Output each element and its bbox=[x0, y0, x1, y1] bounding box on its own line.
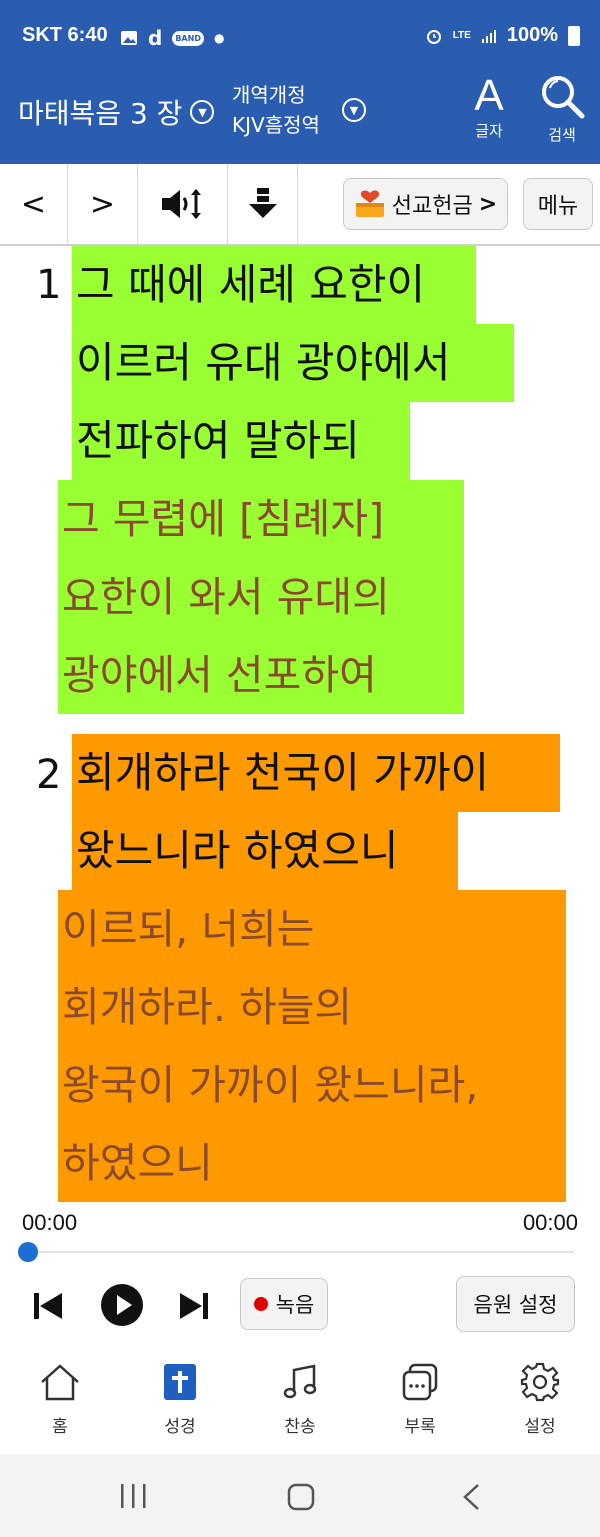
record-dot-icon bbox=[253, 1297, 268, 1311]
nav-home[interactable]: 홈 bbox=[10, 1362, 110, 1437]
download-button[interactable] bbox=[228, 164, 298, 244]
download-icon bbox=[248, 188, 277, 218]
time-total: 00:00 bbox=[522, 1210, 578, 1235]
nav-bible[interactable]: 성경 bbox=[130, 1362, 230, 1437]
verse-korean-line: 왔느니라 하였으니 bbox=[72, 812, 458, 890]
verse-korean-line: 전파하여 말하되 bbox=[72, 402, 410, 480]
menu-button[interactable]: 메뉴 bbox=[523, 178, 593, 230]
battery-icon bbox=[568, 25, 580, 46]
chevron-down-icon[interactable]: ▼ bbox=[342, 98, 366, 122]
nav-label: 성경 bbox=[164, 1417, 196, 1437]
version-selector[interactable]: 개역개정 KJV흠정역 bbox=[232, 80, 320, 140]
chevron-down-icon: ▼ bbox=[190, 100, 215, 124]
alarm-icon bbox=[426, 29, 441, 44]
status-notification-icons: d BAND ● bbox=[120, 26, 224, 50]
verse-number: 2 bbox=[36, 752, 62, 798]
toolbar: < > 선교헌금 > 메뉴 bbox=[0, 164, 600, 246]
mission-offering-button[interactable]: 선교헌금 > bbox=[343, 178, 508, 230]
status-right-icons: LTE 100% bbox=[425, 24, 580, 47]
nav-settings[interactable]: 설정 bbox=[490, 1362, 590, 1437]
verse-number: 1 bbox=[36, 262, 62, 308]
record-button[interactable]: 녹음 bbox=[240, 1278, 328, 1330]
verse-kjv-line: 광야에서 선포하여 bbox=[58, 636, 464, 714]
verse-kjv-line: 왕국이 가까이 왔느니라, bbox=[58, 1046, 566, 1124]
speaker-scroll-icon bbox=[161, 189, 201, 219]
play-icon bbox=[101, 1284, 143, 1326]
system-navigation-bar bbox=[0, 1454, 600, 1537]
search-label: 검색 bbox=[548, 126, 576, 144]
bottom-navigation: 홈 성경 찬송 부록 설정 bbox=[0, 1350, 600, 1454]
book-chapter-selector[interactable]: 마태복음 3 장 ▼ bbox=[18, 92, 215, 132]
verse-kjv-line: 이르되, 너희는 bbox=[58, 890, 566, 968]
audio-progress-track[interactable] bbox=[28, 1251, 574, 1253]
mission-label: 선교헌금 bbox=[391, 194, 473, 219]
audio-progress-knob[interactable] bbox=[18, 1242, 38, 1262]
search-icon bbox=[542, 76, 585, 119]
app-header: SKT 6:40 d BAND ● LTE 100% 마태복음 3 장 ▼ 개역… bbox=[0, 0, 600, 164]
gallery-icon bbox=[121, 31, 137, 45]
lte-label: LTE bbox=[452, 30, 471, 41]
nav-label: 설정 bbox=[524, 1417, 556, 1437]
record-label: 녹음 bbox=[275, 1293, 315, 1317]
home-system-icon[interactable] bbox=[286, 1482, 316, 1512]
nav-hymn[interactable]: 찬송 bbox=[250, 1362, 350, 1437]
battery-percent: 100% bbox=[506, 24, 558, 46]
verse-korean-line: 그 때에 세례 요한이 bbox=[72, 246, 476, 324]
nav-label: 찬송 bbox=[284, 1417, 316, 1437]
book-chapter-label: 마태복음 3 장 bbox=[18, 97, 183, 130]
signal-icon bbox=[481, 29, 496, 43]
nav-label: 홈 bbox=[52, 1417, 68, 1437]
verse-korean-line: 이르러 유대 광야에서 bbox=[72, 324, 514, 402]
time-current: 00:00 bbox=[22, 1210, 78, 1235]
gift-heart-icon bbox=[355, 190, 384, 217]
skip-next-icon bbox=[180, 1293, 208, 1319]
music-note-icon bbox=[283, 1364, 317, 1399]
play-button[interactable] bbox=[100, 1283, 144, 1331]
version-primary: 개역개정 bbox=[232, 83, 306, 107]
status-time: SKT 6:40 bbox=[22, 24, 108, 46]
gear-icon bbox=[520, 1362, 560, 1402]
appendix-icon bbox=[402, 1363, 438, 1401]
search-button[interactable]: 검색 bbox=[536, 72, 588, 145]
verse-kjv-line: 회개하라. 하늘의 bbox=[58, 968, 566, 1046]
recent-apps-icon[interactable] bbox=[118, 1482, 150, 1510]
band-app-icon: BAND bbox=[172, 30, 204, 46]
verse-kjv-line: 하였으니 bbox=[58, 1124, 566, 1202]
dot-icon: ● bbox=[213, 31, 225, 45]
next-chapter-button[interactable]: > bbox=[68, 164, 138, 244]
verse-kjv-line: 그 무렵에 [침례자] bbox=[58, 480, 464, 558]
nav-label: 부록 bbox=[404, 1417, 436, 1437]
prev-chapter-button[interactable]: < bbox=[0, 164, 68, 244]
status-bar: SKT 6:40 d BAND ● LTE 100% bbox=[0, 0, 600, 74]
chevron-right-icon: > bbox=[478, 191, 498, 217]
version-secondary: KJV흠정역 bbox=[232, 113, 320, 137]
back-icon[interactable] bbox=[460, 1482, 482, 1512]
d-app-icon: d bbox=[148, 26, 163, 50]
home-icon bbox=[41, 1364, 79, 1401]
verse-kjv-line: 요한이 와서 유대의 bbox=[58, 558, 464, 636]
skip-previous-icon bbox=[34, 1293, 62, 1319]
bible-icon bbox=[164, 1364, 196, 1400]
audio-scroll-button[interactable] bbox=[138, 164, 228, 244]
nav-appendix[interactable]: 부록 bbox=[370, 1362, 470, 1437]
verse-korean-line: 회개하라 천국이 가까이 bbox=[72, 734, 560, 812]
next-track-button[interactable] bbox=[178, 1290, 210, 1326]
previous-track-button[interactable] bbox=[32, 1290, 64, 1326]
font-icon: A bbox=[474, 71, 504, 120]
font-size-button[interactable]: A 글자 bbox=[466, 72, 512, 141]
font-size-label: 글자 bbox=[475, 122, 503, 140]
audio-source-settings-button[interactable]: 음원 설정 bbox=[456, 1276, 575, 1332]
